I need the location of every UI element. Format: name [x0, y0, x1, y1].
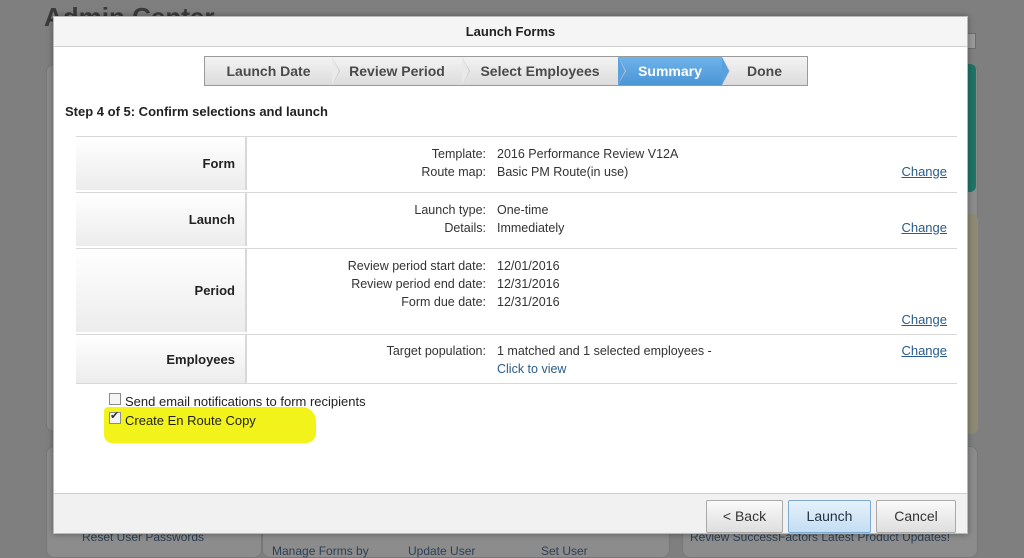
step-label: Select Employees: [480, 63, 600, 79]
summary-row-period: Period Review period start date: 12/01/20…: [76, 248, 957, 332]
summary-row-form: Form Template: 2016 Performance Review V1…: [76, 136, 957, 190]
step-label: Summary: [638, 63, 702, 79]
step-label: Review Period: [349, 63, 445, 79]
row-label: Launch: [76, 193, 247, 246]
row-label: Employees: [76, 335, 247, 383]
field-key: Target population:: [386, 344, 486, 358]
field-value: 1 matched and 1 selected employees -: [497, 344, 712, 358]
launch-button[interactable]: Launch: [788, 500, 871, 533]
en-route-copy-checkbox[interactable]: [109, 409, 121, 424]
step-summary[interactable]: Summary: [618, 57, 730, 85]
background-link: Update User: [408, 544, 476, 558]
field-value: 2016 Performance Review V12A: [497, 147, 679, 161]
field-value: 12/31/2016: [497, 295, 560, 309]
step-review-period[interactable]: Review Period: [332, 57, 470, 85]
back-button[interactable]: < Back: [706, 500, 783, 533]
dialog-footer: < Back Launch Cancel: [54, 493, 967, 533]
launch-forms-dialog: Launch Forms Launch Date Review Period S…: [53, 16, 968, 534]
field-value: 12/31/2016: [497, 277, 560, 291]
send-email-option: Send email notifications to form recipie…: [109, 392, 366, 411]
dialog-title: Launch Forms: [54, 17, 967, 47]
row-label: Form: [76, 137, 247, 190]
wizard-steps: Launch Date Review Period Select Employe…: [204, 56, 808, 86]
change-form-link[interactable]: Change: [901, 164, 947, 179]
change-employees-link[interactable]: Change: [901, 343, 947, 358]
step-label: Done: [747, 63, 782, 79]
send-email-checkbox[interactable]: [109, 392, 121, 405]
step-launch-date[interactable]: Launch Date: [205, 57, 340, 85]
summary-table: Form Template: 2016 Performance Review V1…: [76, 136, 957, 384]
field-key: Form due date:: [401, 295, 486, 309]
field-key: Review period start date:: [347, 259, 486, 273]
field-key: Review period end date:: [351, 277, 486, 291]
field-key: Route map:: [421, 165, 486, 179]
background-link: Set User: [541, 544, 588, 558]
field-value: Immediately: [497, 221, 565, 235]
send-email-label: Send email notifications to form recipie…: [125, 394, 366, 409]
change-period-link[interactable]: Change: [901, 312, 947, 327]
step-select-employees[interactable]: Select Employees: [462, 57, 626, 85]
field-key: Launch type:: [414, 203, 486, 217]
cancel-button[interactable]: Cancel: [876, 500, 956, 533]
background-yellow-tab: [968, 214, 978, 434]
en-route-option: Create En Route Copy: [109, 409, 366, 430]
row-label: Period: [76, 249, 247, 332]
launch-options: Send email notifications to form recipie…: [109, 392, 366, 430]
field-value: 12/01/2016: [497, 259, 560, 273]
background-link: Manage Forms by: [272, 544, 369, 558]
field-key: Details:: [444, 221, 486, 235]
step-label: Launch Date: [226, 63, 311, 79]
click-to-view-link[interactable]: Click to view: [497, 360, 566, 378]
summary-row-launch: Launch Launch type: One-time Details: Imme…: [76, 192, 957, 246]
field-key: Template:: [431, 147, 486, 161]
field-value: One-time: [497, 203, 549, 217]
change-launch-link[interactable]: Change: [901, 220, 947, 235]
step-done[interactable]: Done: [722, 57, 807, 85]
field-value: Basic PM Route(in use): [497, 165, 629, 179]
en-route-copy-label: Create En Route Copy: [125, 413, 256, 428]
summary-row-employees: Employees Target population: 1 matched an…: [76, 334, 957, 384]
step-heading: Step 4 of 5: Confirm selections and laun…: [65, 104, 328, 119]
